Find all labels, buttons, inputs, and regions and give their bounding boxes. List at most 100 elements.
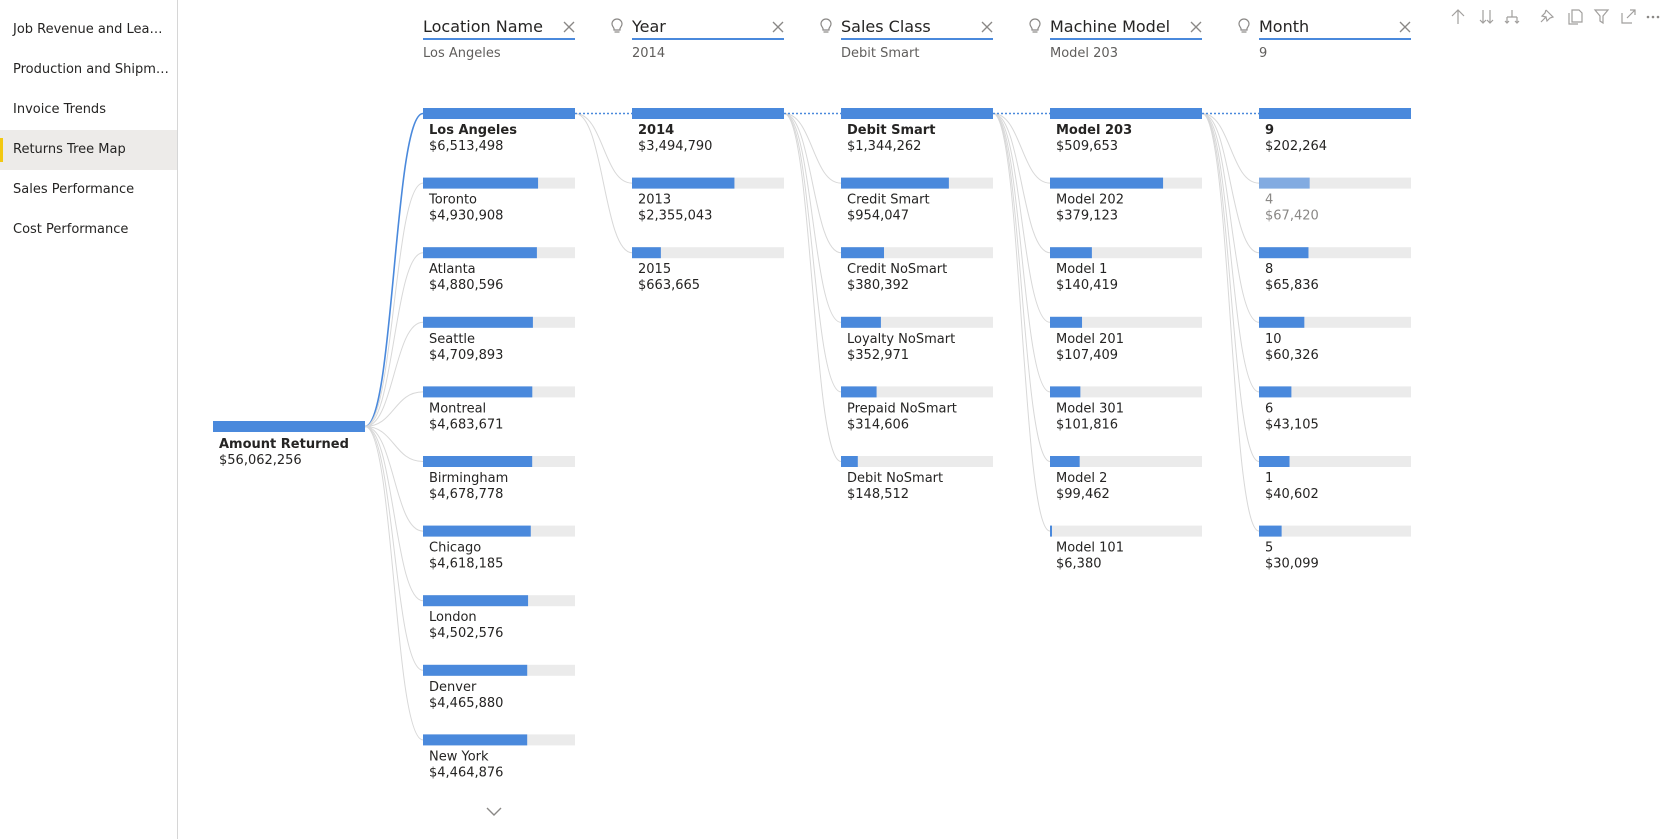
bar-year-2014[interactable] <box>632 108 784 119</box>
bar-location-name-montreal[interactable] <box>423 386 533 398</box>
bar-year-2013[interactable] <box>632 177 735 189</box>
bar-location-name-london[interactable] <box>423 595 529 607</box>
node-label: Prepaid NoSmart <box>847 401 957 416</box>
dot <box>1646 15 1650 19</box>
remove-level-close-icon[interactable] <box>772 21 784 33</box>
node-label: 6 <box>1265 401 1273 416</box>
node-value: $4,502,576 <box>429 626 503 641</box>
node-value: $40,602 <box>1265 487 1319 502</box>
node-value: $4,618,185 <box>429 557 503 572</box>
level-header-location-name[interactable]: Location Name <box>423 17 543 36</box>
connector-line <box>364 426 424 741</box>
double-arrow-down-icon[interactable] <box>1479 10 1494 24</box>
node-value: $380,392 <box>847 278 909 293</box>
node-label: Model 101 <box>1056 541 1124 556</box>
bar-month-9[interactable] <box>1259 108 1411 119</box>
node-value: $101,816 <box>1056 417 1118 432</box>
connector-line <box>364 426 424 462</box>
bar-sales-class-debit-nosmart[interactable] <box>841 456 858 467</box>
node-value: $4,678,778 <box>429 487 503 502</box>
bar-machine-model-model-1[interactable] <box>1050 247 1092 259</box>
bar-machine-model-model-202[interactable] <box>1050 177 1164 189</box>
glyph <box>1540 9 1555 23</box>
arrow-up-icon[interactable] <box>1451 9 1465 24</box>
remove-level-close-icon[interactable] <box>1190 21 1202 33</box>
bar-machine-model-model-101[interactable] <box>1050 525 1052 537</box>
level-selected-value: 9 <box>1259 46 1267 61</box>
connector-line <box>364 426 424 602</box>
connector-line <box>783 113 842 254</box>
bar-month-10[interactable] <box>1259 316 1305 328</box>
bar-machine-model-model-2[interactable] <box>1050 456 1080 467</box>
ai-split-lightbulb-icon[interactable] <box>611 18 623 33</box>
expand-hierarchy-icon[interactable] <box>1504 10 1520 24</box>
node-value: $6,380 <box>1056 557 1102 572</box>
bar-month-8[interactable] <box>1259 247 1309 259</box>
bar-machine-model-model-301[interactable] <box>1050 386 1081 398</box>
node-value: $4,709,893 <box>429 348 503 363</box>
bar-month-1[interactable] <box>1259 456 1290 467</box>
lightbulb-glyph <box>1029 18 1041 31</box>
node-value: $379,123 <box>1056 209 1118 224</box>
level-header-month[interactable]: Month <box>1259 17 1309 36</box>
bar-location-name-denver[interactable] <box>423 664 528 676</box>
node-label: 2014 <box>638 123 674 138</box>
node-label: 4 <box>1265 193 1273 208</box>
bar-location-name-birmingham[interactable] <box>423 456 533 467</box>
filter-icon[interactable] <box>1593 9 1610 25</box>
ai-split-lightbulb-icon[interactable] <box>820 18 832 33</box>
node-label: Model 203 <box>1056 123 1132 138</box>
node-label: 2013 <box>638 193 671 208</box>
level-header-sales-class[interactable]: Sales Class <box>841 17 931 36</box>
remove-level-close-icon[interactable] <box>1399 21 1411 33</box>
node-value: $4,464,876 <box>429 765 503 780</box>
bar-location-name-los-angeles[interactable] <box>423 108 575 119</box>
bar-machine-model-model-203[interactable] <box>1050 108 1202 119</box>
root-bar[interactable] <box>213 421 365 432</box>
glyph <box>1621 9 1636 24</box>
chevron-down-icon[interactable] <box>486 807 502 816</box>
bar-month-6[interactable] <box>1259 386 1292 398</box>
lightbulb-glyph <box>1238 18 1250 31</box>
focus-mode-icon[interactable] <box>1621 9 1636 24</box>
bar-sales-class-prepaid-nosmart[interactable] <box>841 386 877 398</box>
dot <box>1656 15 1660 19</box>
bar-month-4[interactable] <box>1259 177 1310 189</box>
connector-line <box>783 113 842 462</box>
glyph <box>1593 9 1610 25</box>
node-value: $954,047 <box>847 209 909 224</box>
bar-location-name-toronto[interactable] <box>423 177 539 189</box>
ai-split-lightbulb-icon[interactable] <box>1238 18 1250 33</box>
bar-location-name-seattle[interactable] <box>423 316 533 328</box>
bar-year-2015[interactable] <box>632 247 661 259</box>
connector-line <box>992 113 1051 254</box>
bar-sales-class-debit-smart[interactable] <box>841 108 993 119</box>
bar-month-5[interactable] <box>1259 525 1282 537</box>
connector-line <box>364 182 424 427</box>
node-value: $67,420 <box>1265 209 1319 224</box>
visual-header-toolbar <box>1451 9 1660 25</box>
bar-sales-class-credit-nosmart[interactable] <box>841 247 885 259</box>
remove-level-close-icon[interactable] <box>981 21 993 33</box>
ai-split-lightbulb-icon[interactable] <box>1029 18 1041 33</box>
copy-icon[interactable] <box>1568 9 1583 25</box>
bar-location-name-chicago[interactable] <box>423 525 531 537</box>
bar-machine-model-model-201[interactable] <box>1050 316 1083 328</box>
pin-icon[interactable] <box>1540 9 1555 23</box>
node-value: $4,465,880 <box>429 696 503 711</box>
level-header-year[interactable]: Year <box>631 17 666 36</box>
bar-location-name-atlanta[interactable] <box>423 247 537 259</box>
level-selected-value: Model 203 <box>1050 46 1118 61</box>
bar-sales-class-credit-smart[interactable] <box>841 177 949 189</box>
remove-level-close-icon[interactable] <box>563 21 575 33</box>
node-label: Loyalty NoSmart <box>847 332 955 347</box>
bar-location-name-new-york[interactable] <box>423 734 528 746</box>
root-label: Amount Returned <box>219 437 349 452</box>
node-label: 10 <box>1265 332 1282 347</box>
level-header-machine-model[interactable]: Machine Model <box>1050 17 1170 36</box>
node-value: $1,344,262 <box>847 139 921 154</box>
connector-line <box>1201 113 1260 532</box>
bar-sales-class-loyalty-nosmart[interactable] <box>841 316 881 328</box>
bar-track <box>1050 525 1202 537</box>
more-options-icon[interactable] <box>1646 15 1660 19</box>
